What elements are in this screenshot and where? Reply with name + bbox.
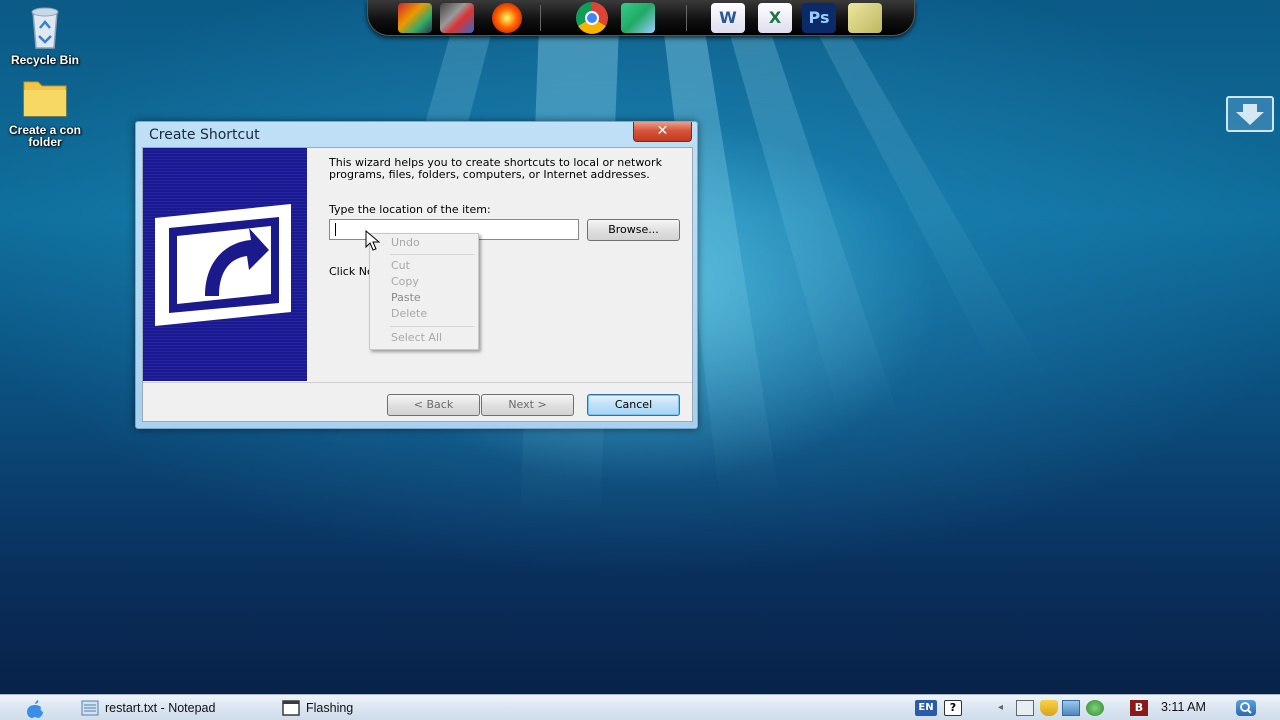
volume-icon[interactable] (1086, 700, 1104, 716)
wizard-banner (143, 148, 307, 381)
menu-item-copy[interactable]: Copy (391, 275, 419, 288)
photoshop-icon[interactable]: Ps (802, 3, 836, 33)
tray-expand-icon[interactable]: ◂ (998, 700, 1008, 716)
context-menu: Undo Cut Copy Paste Delete Select All (369, 233, 479, 350)
app-tray-icon[interactable]: B (1130, 700, 1148, 716)
menu-item-select-all[interactable]: Select All (391, 331, 442, 344)
menu-item-delete[interactable]: Delete (391, 307, 427, 320)
folder-icon (22, 74, 68, 120)
cancel-button[interactable]: Cancel (587, 394, 680, 416)
location-label: Type the location of the item: (329, 203, 491, 216)
games-icon[interactable] (398, 3, 432, 33)
start-button-icon[interactable] (22, 697, 48, 719)
window-icon (282, 700, 300, 716)
notepad-icon (81, 700, 99, 716)
task-label: restart.txt - Notepad (105, 701, 216, 715)
footer-divider (143, 382, 692, 383)
chrome-icon[interactable] (576, 2, 608, 34)
menu-item-cut[interactable]: Cut (391, 259, 410, 272)
menu-separator (390, 254, 474, 255)
menu-item-undo[interactable]: Undo (391, 236, 420, 249)
word-icon[interactable]: W (711, 3, 745, 33)
desktop-icon-folder[interactable]: Create a con folder (0, 74, 90, 148)
task-notepad[interactable]: restart.txt - Notepad (81, 698, 261, 718)
recycle-bin-icon (25, 4, 65, 50)
taskbar: restart.txt - Notepad Flashing EN ? ◂ B … (0, 694, 1280, 720)
wizard-intro-text: This wizard helps you to create shortcut… (329, 156, 662, 181)
shortcut-arrow-icon (155, 204, 291, 326)
shield-icon[interactable] (1040, 700, 1058, 716)
window-tray-icon[interactable] (1016, 700, 1034, 716)
search-icon[interactable] (1236, 700, 1256, 716)
close-button[interactable]: ✕ (633, 122, 692, 142)
clock[interactable]: 3:11 AM (1161, 700, 1206, 714)
notes-icon[interactable] (848, 3, 882, 33)
text-caret (335, 223, 336, 236)
network-icon[interactable] (1062, 700, 1080, 716)
back-button[interactable]: < Back (387, 394, 480, 416)
burner-icon[interactable] (492, 3, 522, 33)
mouse-cursor-icon (365, 230, 381, 251)
control-panel-icon[interactable] (440, 3, 474, 33)
browse-button[interactable]: Browse... (587, 219, 680, 241)
desktop-icon-recycle-bin[interactable]: Recycle Bin (0, 4, 90, 66)
menu-item-paste[interactable]: Paste (391, 291, 421, 304)
desktop-icon-label: Create a con folder (8, 123, 82, 149)
dock-bar: W X Ps (367, 0, 915, 36)
download-arrow-icon (1236, 104, 1264, 125)
menu-separator (390, 326, 474, 327)
dock-separator (686, 5, 687, 31)
dialog-title: Create Shortcut (149, 127, 260, 143)
language-indicator[interactable]: EN (915, 700, 937, 716)
dock-separator (540, 5, 541, 31)
network-sync-icon[interactable] (621, 3, 655, 33)
next-button[interactable]: Next > (481, 394, 574, 416)
task-label: Flashing (306, 701, 354, 715)
help-icon[interactable]: ? (944, 700, 962, 716)
task-flashing[interactable]: Flashing (282, 698, 382, 718)
excel-icon[interactable]: X (758, 3, 792, 33)
download-widget[interactable] (1226, 96, 1274, 132)
desktop-icon-label: Recycle Bin (10, 53, 80, 67)
